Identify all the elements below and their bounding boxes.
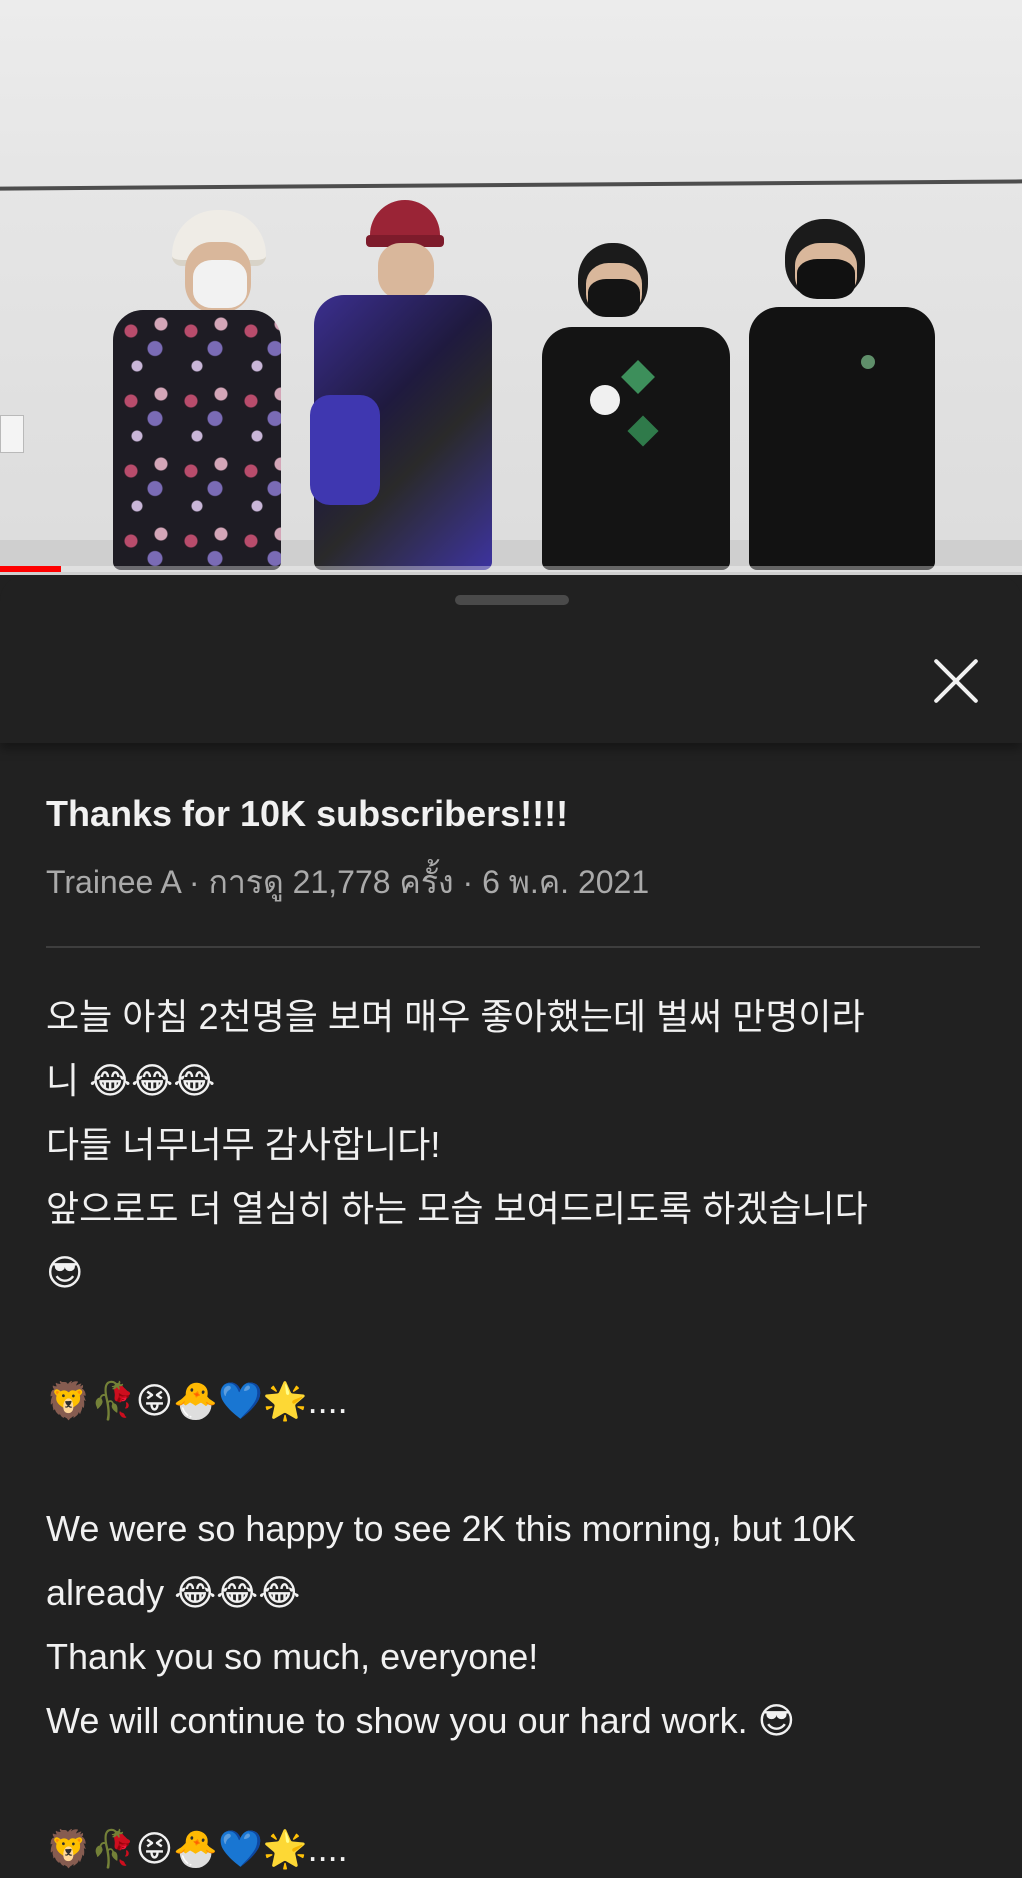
description-line: 니 😂😂😂 [46,1060,216,1101]
description-sheet: Thanks for 10K subscribers!!!! Trainee A… [0,575,1022,1878]
sheet-header [0,575,1022,743]
video-progress-fill [0,566,62,572]
video-progress-bar[interactable] [0,566,1022,572]
wall-outlet [0,415,24,453]
drag-handle[interactable] [455,595,569,605]
video-title: Thanks for 10K subscribers!!!! [46,793,569,834]
person-3 [540,235,740,570]
description-line: We will continue to show you our hard wo… [46,1700,796,1741]
description-line: 앞으로도 더 열심히 하는 모습 보여드리도록 하겠습니다 [46,1188,868,1229]
divider [46,946,980,948]
person-4 [745,215,945,570]
description-line: 오늘 아침 2천명을 보며 매우 좋아했는데 벌써 만명이라 [46,996,865,1037]
description-line: 다들 너무너무 감사합니다! [46,1124,441,1165]
video-player[interactable] [0,0,1022,575]
person-2 [300,195,500,570]
video-description: 오늘 아침 2천명을 보며 매우 좋아했는데 벌써 만명이라니 😂😂😂 다들 너무… [46,985,976,1878]
description-line: already 😂😂😂 [46,1572,301,1613]
description-line [46,1753,976,1817]
person-1 [95,200,295,570]
description-line: 😎 [46,1252,84,1293]
description-line: 🦁🥀😝🐣💙🌟.... [46,1828,348,1869]
description-line [46,1433,976,1497]
description-line [46,1305,976,1369]
description-line: 🦁🥀😝🐣💙🌟.... [46,1380,348,1421]
description-line: Thank you so much, everyone! [46,1636,539,1677]
video-meta: Trainee A · การดู 21,778 ครั้ง · 6 พ.ค. … [46,864,650,900]
description-line: We were so happy to see 2K this morning,… [46,1508,856,1549]
close-icon[interactable] [922,647,990,715]
